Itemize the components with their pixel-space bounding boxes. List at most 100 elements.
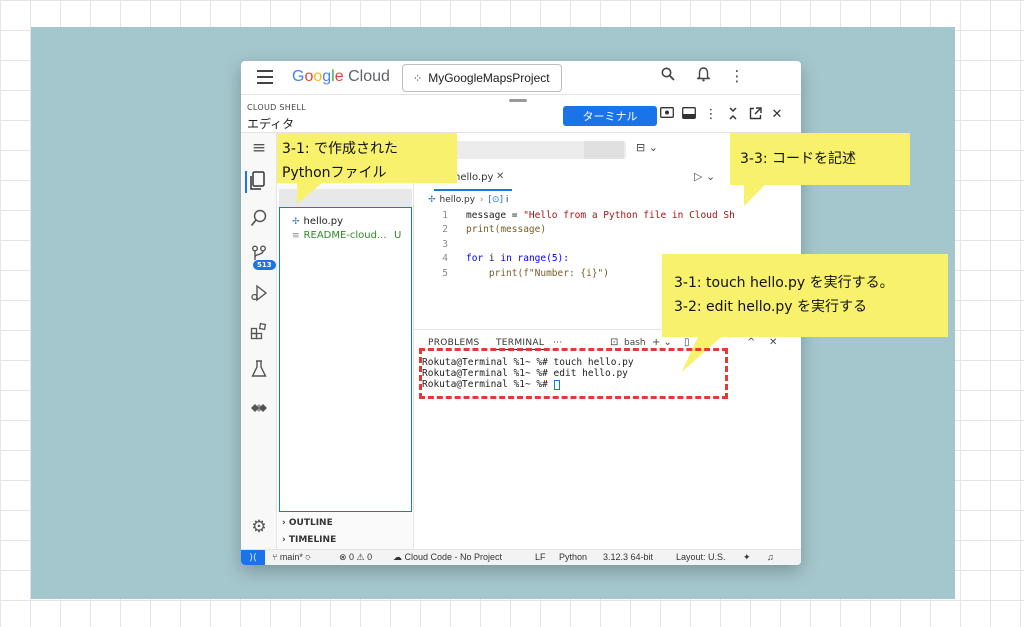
cloud-shell-label: CLOUD SHELL bbox=[247, 103, 306, 112]
python-file-icon: ✢ bbox=[292, 217, 300, 227]
markdown-file-icon: ≡ bbox=[292, 231, 300, 241]
code-line: 3 bbox=[424, 238, 735, 252]
line-number: 3 bbox=[442, 238, 448, 250]
code-text: print(f"Number: {i}") bbox=[466, 267, 609, 279]
callout-text: 3-1: で作成された Pythonファイル bbox=[282, 141, 399, 181]
logo-cloud-text: Cloud bbox=[348, 68, 390, 85]
line-number: 2 bbox=[442, 224, 448, 236]
chevron-right-icon: › bbox=[282, 535, 286, 545]
python-file-icon: ✢ bbox=[428, 195, 436, 205]
terminal-shell-icon: ⊡ bbox=[610, 337, 619, 348]
more-icon[interactable]: ⋮ bbox=[703, 107, 719, 122]
resize-grip-icon[interactable] bbox=[509, 99, 527, 102]
tab-problems[interactable]: PROBLEMS bbox=[428, 338, 480, 348]
shell-name[interactable]: bash bbox=[624, 338, 646, 348]
file-name: README-cloud... bbox=[303, 230, 387, 241]
cloud-code-icon[interactable] bbox=[248, 398, 270, 420]
run-file-icon[interactable]: ▷ ⌄ bbox=[694, 170, 715, 183]
callout-text: 3-3: コードを記述 bbox=[740, 151, 857, 167]
language-indicator[interactable]: Python bbox=[559, 552, 587, 562]
open-terminal-button[interactable]: ターミナル bbox=[563, 106, 657, 126]
menu-icon[interactable] bbox=[257, 70, 273, 84]
problems-indicator[interactable]: ⊗ 0 ⚠ 0 bbox=[339, 552, 372, 563]
symbol-icon: [⊙] bbox=[488, 195, 503, 205]
code-keyword: for bbox=[466, 253, 484, 265]
cloud-code-status[interactable]: ☁ Cloud Code - No Project bbox=[393, 552, 502, 563]
file-item-readme[interactable]: ≡ README-cloud... U bbox=[292, 230, 401, 241]
branch-name: main* bbox=[279, 552, 303, 562]
close-panel-icon[interactable]: ✕ bbox=[769, 337, 777, 348]
sync-icon: ⟳ bbox=[305, 552, 311, 562]
cloud-icon: ☁ bbox=[393, 552, 402, 562]
testing-icon[interactable] bbox=[248, 360, 270, 382]
code-text: print(message) bbox=[466, 224, 547, 236]
scm-count-badge: 513 bbox=[253, 260, 276, 270]
outline-section[interactable]: › OUTLINE bbox=[282, 518, 333, 528]
file-item-hello-py[interactable]: ✢ hello.py bbox=[292, 216, 343, 227]
close-tab-icon[interactable]: ✕ bbox=[496, 171, 504, 182]
terminal-highlight-box bbox=[419, 348, 728, 399]
callout-write-code: 3-3: コードを記述 bbox=[730, 133, 910, 185]
callout-pointer bbox=[297, 182, 323, 204]
code-string: "Hello from a Python file in Cloud Sh bbox=[523, 210, 735, 221]
branch-icon: ⑂ bbox=[272, 552, 278, 562]
run-debug-icon[interactable] bbox=[248, 284, 270, 306]
notifications-bell-icon[interactable]: ♫ bbox=[767, 552, 774, 562]
panel-more-icon[interactable]: ··· bbox=[553, 338, 562, 348]
remote-indicator-icon[interactable]: ⟩⟨ bbox=[241, 550, 265, 565]
split-terminal-icon[interactable]: ▯ bbox=[684, 337, 690, 348]
new-terminal-icon[interactable]: + ⌄ bbox=[652, 337, 672, 348]
code-text: message = bbox=[466, 210, 524, 221]
collapse-icon[interactable] bbox=[725, 107, 741, 124]
panel-icon[interactable] bbox=[681, 107, 697, 123]
breadcrumb-file[interactable]: hello.py bbox=[440, 195, 476, 205]
keyboard-layout[interactable]: Layout: U.S. bbox=[676, 552, 726, 562]
code-line: 2 print(message) bbox=[424, 223, 735, 237]
maximize-panel-icon[interactable]: ^ bbox=[747, 337, 755, 348]
extensions-icon[interactable] bbox=[248, 322, 270, 344]
callout-text: 3-1: touch hello.py を実行する。 3-2: edit hel… bbox=[674, 275, 894, 315]
close-icon[interactable]: ✕ bbox=[769, 107, 785, 122]
breadcrumb-symbol[interactable]: i bbox=[506, 195, 509, 205]
callout-created-file: 3-1: で作成された Pythonファイル bbox=[277, 133, 457, 183]
outline-label: OUTLINE bbox=[288, 518, 333, 528]
activity-bar: ≡ 513 ⚙ bbox=[241, 133, 277, 549]
menu-icon[interactable]: ≡ bbox=[248, 137, 270, 159]
google-cloud-logo[interactable]: Google Cloud bbox=[292, 68, 390, 86]
code-line: 1 message = "Hello from a Python file in … bbox=[424, 209, 735, 223]
timeline-section[interactable]: › TIMELINE bbox=[282, 535, 336, 545]
callout-run-commands: 3-1: touch hello.py を実行する。 3-2: edit hel… bbox=[662, 254, 948, 337]
sparkle-icon[interactable]: ✦ bbox=[743, 552, 751, 563]
tab-label: hello.py bbox=[454, 171, 494, 183]
line-number: 1 bbox=[442, 210, 448, 221]
preview-icon[interactable] bbox=[659, 107, 675, 122]
search-icon[interactable] bbox=[658, 67, 678, 85]
eol-indicator[interactable]: LF bbox=[535, 552, 546, 562]
code-text: i bbox=[483, 253, 501, 265]
settings-gear-icon[interactable]: ⚙ bbox=[248, 516, 270, 538]
layout-menu-icon[interactable]: ⊟ ⌄ bbox=[636, 141, 658, 154]
more-vert-icon[interactable]: ⋮ bbox=[727, 67, 747, 85]
search-bar-end bbox=[584, 141, 624, 159]
top-app-bar: Google Cloud ⁘ MyGoogleMapsProject ⋮ bbox=[241, 61, 801, 95]
project-picker-button[interactable]: ⁘ MyGoogleMapsProject bbox=[402, 64, 562, 92]
chevron-right-icon: › bbox=[282, 518, 286, 528]
file-name: hello.py bbox=[303, 216, 343, 227]
search-icon[interactable] bbox=[248, 209, 270, 231]
code-keyword: in range(5): bbox=[500, 253, 569, 265]
notifications-icon[interactable] bbox=[693, 67, 713, 86]
branch-indicator[interactable]: ⑂ main* ⟳ bbox=[272, 552, 311, 562]
callout-pointer bbox=[744, 184, 766, 206]
breadcrumb: ✢ hello.py › [⊙] i bbox=[428, 195, 508, 205]
project-dots-icon: ⁘ bbox=[413, 72, 423, 85]
untracked-status: U bbox=[394, 230, 402, 241]
open-new-window-icon[interactable] bbox=[747, 107, 763, 124]
line-number: 4 bbox=[442, 253, 448, 265]
explorer-icon[interactable] bbox=[245, 171, 267, 193]
status-bar: ⟩⟨ ⑂ main* ⟳ ⊗ 0 ⚠ 0 ☁ Cloud Code - No P… bbox=[241, 549, 801, 565]
timeline-label: TIMELINE bbox=[288, 535, 337, 545]
cloud-shell-header: CLOUD SHELL エディタ ターミナル ⋮ ✕ bbox=[241, 95, 801, 133]
cloud-code-label: Cloud Code - No Project bbox=[404, 552, 503, 562]
file-tree: ✢ hello.py ≡ README-cloud... U bbox=[279, 207, 412, 512]
python-version[interactable]: 3.12.3 64-bit bbox=[603, 552, 653, 562]
